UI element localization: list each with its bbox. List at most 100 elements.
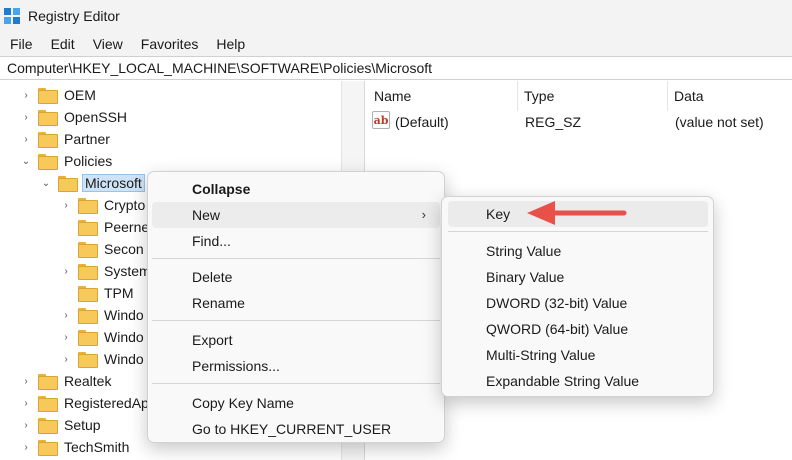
ctx-permissions[interactable]: Permissions...	[152, 353, 440, 379]
tree-label: TechSmith	[64, 439, 130, 455]
folder-icon	[38, 374, 58, 390]
chevron-down-icon[interactable]: ⌄	[20, 155, 32, 167]
menu-help[interactable]: Help	[207, 36, 254, 52]
chevron-right-icon[interactable]: ›	[20, 441, 32, 453]
menu-file[interactable]: File	[0, 36, 42, 52]
folder-icon	[38, 110, 58, 126]
sub-dword-value[interactable]: DWORD (32-bit) Value	[448, 290, 708, 316]
ctx-find[interactable]: Find...	[152, 228, 440, 254]
folder-icon	[78, 352, 98, 368]
chevron-right-icon[interactable]: ›	[20, 375, 32, 387]
chevron-right-icon[interactable]: ›	[60, 199, 72, 211]
sub-binary-value[interactable]: Binary Value	[448, 264, 708, 290]
tree-label: Peerne	[104, 219, 150, 235]
column-header-name[interactable]: Name	[368, 81, 518, 111]
tree-item-oem[interactable]: › OEM	[20, 84, 98, 106]
tree-label: OpenSSH	[64, 109, 128, 125]
chevron-right-icon[interactable]: ›	[20, 89, 32, 101]
sub-multi-string-value[interactable]: Multi-String Value	[448, 342, 708, 368]
sub-string-value[interactable]: String Value	[448, 238, 708, 264]
chevron-down-icon[interactable]: ⌄	[40, 177, 52, 189]
folder-icon	[78, 264, 98, 280]
folder-icon	[78, 242, 98, 258]
menu-bar: File Edit View Favorites Help	[0, 32, 792, 56]
ctx-export[interactable]: Export	[152, 327, 440, 353]
ctx-goto-hkcu[interactable]: Go to HKEY_CURRENT_USER	[152, 416, 440, 442]
value-data: (value not set)	[675, 114, 764, 130]
tree-label: TPM	[104, 285, 134, 301]
tree-item-windows-2[interactable]: › Windo	[60, 326, 146, 348]
folder-icon	[38, 396, 58, 412]
ctx-new[interactable]: New ›	[152, 202, 440, 228]
annotation-arrow-icon	[527, 201, 627, 225]
folder-icon	[78, 198, 98, 214]
string-value-icon: ab	[372, 111, 390, 129]
menu-edit[interactable]: Edit	[42, 36, 84, 52]
folder-icon	[78, 330, 98, 346]
tree-item-microsoft[interactable]: ⌄ Microsoft	[40, 172, 145, 194]
value-type: REG_SZ	[525, 114, 582, 130]
ctx-collapse[interactable]: Collapse	[152, 176, 440, 202]
tree-label: Windo	[104, 307, 144, 323]
folder-icon	[38, 440, 58, 456]
chevron-right-icon[interactable]: ›	[60, 353, 72, 365]
chevron-right-icon[interactable]: ›	[20, 397, 32, 409]
menu-separator	[152, 258, 440, 259]
context-menu: Collapse New › Find... Delete Rename Exp…	[147, 171, 445, 443]
folder-icon	[78, 286, 98, 302]
menu-view[interactable]: View	[84, 36, 132, 52]
tree-item-realtek[interactable]: › Realtek	[20, 370, 113, 392]
address-bar[interactable]: Computer\HKEY_LOCAL_MACHINE\SOFTWARE\Pol…	[0, 56, 792, 80]
chevron-right-icon[interactable]: ›	[20, 111, 32, 123]
chevron-right-icon[interactable]: ›	[60, 331, 72, 343]
tree-item-openssh[interactable]: › OpenSSH	[20, 106, 129, 128]
folder-icon	[78, 308, 98, 324]
tree-item-tpm[interactable]: TPM	[60, 282, 136, 304]
chevron-right-icon[interactable]: ›	[20, 419, 32, 431]
tree-item-crypto[interactable]: › Crypto	[60, 194, 147, 216]
folder-icon	[38, 88, 58, 104]
ctx-delete[interactable]: Delete	[152, 264, 440, 290]
chevron-right-icon: ›	[421, 207, 426, 222]
tree-label: Realtek	[64, 373, 112, 389]
chevron-right-icon[interactable]: ›	[60, 309, 72, 321]
tree-label: Windo	[104, 329, 144, 345]
tree-item-policies[interactable]: ⌄ Policies	[20, 150, 114, 172]
tree-item-registeredapps[interactable]: › RegisteredAp	[20, 392, 151, 414]
tree-item-techsmith[interactable]: › TechSmith	[20, 436, 131, 458]
tree-item-setup[interactable]: › Setup	[20, 414, 103, 436]
window-title: Registry Editor	[28, 8, 120, 24]
tree-item-system[interactable]: › System	[60, 260, 153, 282]
folder-icon	[78, 220, 98, 236]
tree-label: Secon	[104, 241, 144, 257]
sub-expandable-string-value[interactable]: Expandable String Value	[448, 368, 708, 394]
column-header-type[interactable]: Type	[518, 81, 668, 111]
sub-qword-value[interactable]: QWORD (64-bit) Value	[448, 316, 708, 342]
ctx-copy-key-name[interactable]: Copy Key Name	[152, 390, 440, 416]
menu-separator	[152, 320, 440, 321]
tree-label: Windo	[104, 351, 144, 367]
tree-label: Partner	[64, 131, 110, 147]
folder-icon	[38, 418, 58, 434]
folder-icon	[38, 154, 58, 170]
column-header-data[interactable]: Data	[668, 81, 792, 111]
chevron-right-icon[interactable]: ›	[60, 265, 72, 277]
tree-item-partner[interactable]: › Partner	[20, 128, 112, 150]
registry-editor-icon	[4, 8, 20, 24]
menu-separator	[448, 231, 708, 232]
chevron-right-icon[interactable]: ›	[20, 133, 32, 145]
tree-item-windows-1[interactable]: › Windo	[60, 304, 146, 326]
tree-label: Setup	[64, 417, 101, 433]
value-name[interactable]: (Default)	[395, 114, 449, 130]
tree-label: OEM	[64, 87, 96, 103]
tree-item-windows-3[interactable]: › Windo	[60, 348, 146, 370]
tree-label: System	[104, 263, 151, 279]
ctx-rename[interactable]: Rename	[152, 290, 440, 316]
tree-label: Crypto	[104, 197, 146, 213]
menu-favorites[interactable]: Favorites	[132, 36, 208, 52]
tree-item-secondlevel[interactable]: Secon	[60, 238, 146, 260]
title-bar: Registry Editor	[0, 0, 792, 32]
tree-item-peernet[interactable]: Peerne	[60, 216, 151, 238]
menu-separator	[152, 383, 440, 384]
folder-icon	[58, 176, 78, 192]
